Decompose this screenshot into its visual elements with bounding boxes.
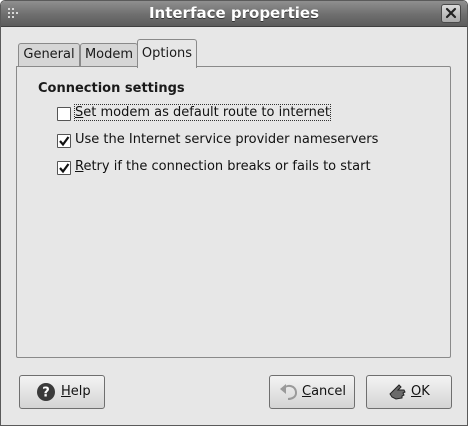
dialog-window: Interface properties General Modem Optio…: [0, 0, 468, 426]
tab-options-label: Options: [141, 46, 193, 61]
ok-button[interactable]: OK: [366, 375, 452, 409]
tab-general[interactable]: General: [18, 43, 80, 66]
cancel-button[interactable]: Cancel: [269, 375, 355, 409]
tab-modem-label: Modem: [84, 47, 134, 62]
tab-general-label: General: [23, 47, 75, 62]
connection-settings-heading: Connection settings: [38, 81, 185, 96]
options-panel: Connection settings Set modem as default…: [16, 66, 451, 358]
retry-label[interactable]: Retry if the connection breaks or fails …: [75, 159, 371, 174]
close-icon: [445, 7, 457, 19]
help-icon: ?: [37, 383, 55, 401]
tab-options[interactable]: Options: [137, 39, 197, 68]
ok-hand-icon: [389, 384, 406, 400]
window-title: Interface properties: [148, 4, 320, 22]
isp-nameservers-label[interactable]: Use the Internet service provider namese…: [75, 132, 378, 147]
default-route-label[interactable]: Set modem as default route to internet: [74, 104, 331, 121]
title-bar[interactable]: Interface properties: [1, 1, 467, 27]
tab-modem[interactable]: Modem: [80, 43, 138, 66]
ok-label: OK: [411, 384, 430, 399]
retry-checkbox[interactable]: [57, 161, 71, 175]
checkmark-icon: [59, 136, 70, 147]
help-button[interactable]: ? Help: [19, 375, 105, 409]
undo-arrow-icon: [280, 384, 298, 400]
default-route-checkbox[interactable]: [57, 107, 71, 121]
isp-nameservers-checkbox[interactable]: [57, 134, 71, 148]
checkmark-icon: [59, 163, 70, 174]
cancel-label: Cancel: [302, 384, 347, 399]
svg-text:?: ?: [42, 386, 50, 401]
help-label: Help: [61, 384, 91, 399]
close-button[interactable]: [441, 4, 461, 23]
